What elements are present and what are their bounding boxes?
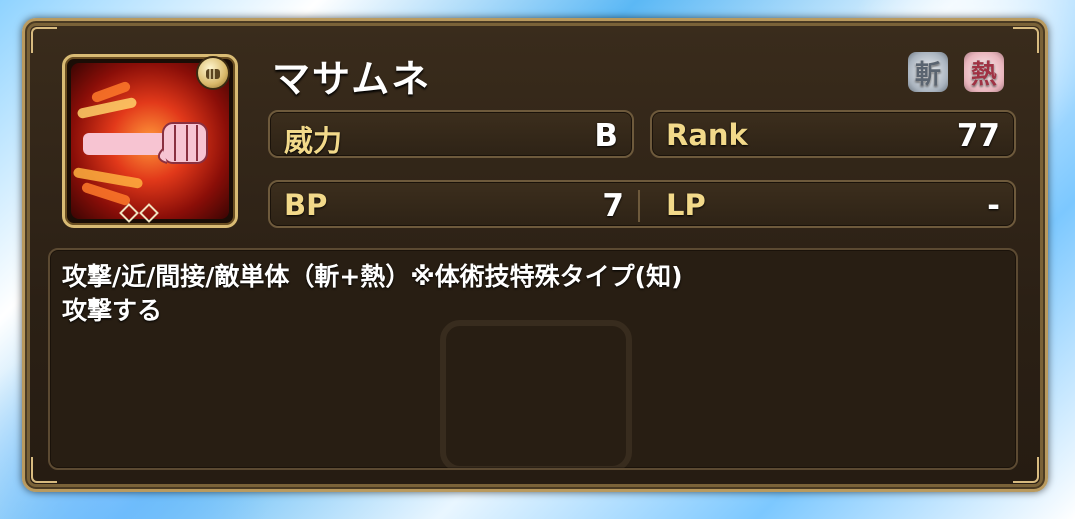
skill-name: マサムネ bbox=[272, 57, 432, 101]
lp-value: - bbox=[987, 188, 1000, 224]
power-label: 威力 bbox=[284, 124, 343, 158]
fist-weapon-icon bbox=[196, 56, 230, 90]
bp-value: 7 bbox=[602, 188, 624, 224]
diamond-icon bbox=[119, 203, 139, 223]
diamond-icon bbox=[139, 203, 159, 223]
slash-attribute-icon: 斬 bbox=[908, 52, 948, 92]
skill-description-box: 攻撃/近/間接/敵単体（斬+熱）※体術技特殊タイプ(知) 攻撃する bbox=[48, 248, 1018, 470]
bp-lp-stat: BP 7 LP - bbox=[268, 180, 1016, 228]
bp-label: BP bbox=[284, 188, 328, 222]
fist-icon bbox=[83, 122, 208, 164]
stat-divider bbox=[638, 190, 640, 222]
background-ghost-art bbox=[440, 320, 632, 468]
rank-label: Rank bbox=[666, 118, 748, 152]
power-stat: 威力 B bbox=[268, 110, 634, 158]
rank-diamonds bbox=[119, 203, 159, 223]
corner-ornament bbox=[31, 27, 57, 53]
heat-attribute-icon: 熱 bbox=[964, 52, 1004, 92]
rank-value: 77 bbox=[956, 118, 1000, 154]
skill-description: 攻撃/近/間接/敵単体（斬+熱）※体術技特殊タイプ(知) 攻撃する bbox=[62, 262, 683, 325]
lp-label: LP bbox=[666, 188, 706, 222]
corner-ornament bbox=[1013, 27, 1039, 53]
rank-stat: Rank 77 bbox=[650, 110, 1016, 158]
power-value: B bbox=[594, 118, 618, 154]
